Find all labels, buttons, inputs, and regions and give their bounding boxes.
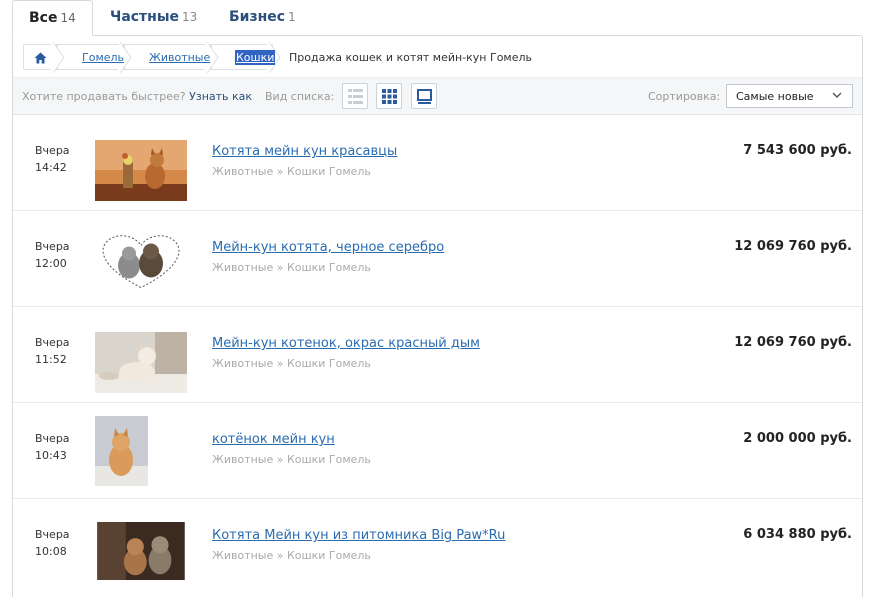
listing-category: Животные » Кошки Гомель (212, 261, 371, 274)
listing-photo[interactable] (95, 332, 187, 393)
listing-price: 7 543 600 руб. (743, 143, 852, 158)
listing-day: Вчера (35, 432, 70, 445)
grid-view-icon (382, 89, 397, 104)
listing-date: Вчера 10:08 (35, 526, 70, 560)
listing-category: Животные » Кошки Гомель (212, 549, 371, 562)
listing-time: 12:00 (35, 257, 67, 270)
sort-select[interactable]: Самые новые (726, 84, 853, 108)
listing-category: Животные » Кошки Гомель (212, 165, 371, 178)
listing-photo[interactable] (95, 416, 148, 486)
listing-row[interactable]: Вчера 14:42 Котята мейн кун красавцы Жив… (13, 116, 862, 211)
listing-day: Вчера (35, 528, 70, 541)
view-list-button[interactable] (342, 83, 368, 109)
chevron-down-icon (832, 92, 842, 98)
listing-price: 12 069 760 руб. (734, 239, 852, 254)
listing-day: Вчера (35, 240, 70, 253)
listing-row[interactable]: Вчера 10:43 котёнок мейн кун Животные » … (13, 404, 862, 499)
listing-row[interactable]: Вчера 10:08 Котята Мейн кун из питомника… (13, 500, 862, 595)
breadcrumb-home[interactable] (23, 44, 57, 70)
listing-time: 10:08 (35, 545, 67, 558)
tab-all-label: Все (29, 10, 58, 26)
listing-title[interactable]: котёнок мейн кун (212, 432, 335, 447)
listing-photo[interactable] (95, 522, 187, 580)
promo-text: Хотите продавать быстрее? Узнать как (22, 90, 252, 103)
listing-time: 10:43 (35, 449, 67, 462)
listing-title[interactable]: Мейн-кун котята, черное серебро (212, 240, 444, 255)
listing-date: Вчера 11:52 (35, 334, 70, 368)
tab-all-count: 14 (60, 11, 76, 25)
listing-title[interactable]: Котята мейн кун красавцы (212, 144, 397, 159)
listing-day: Вчера (35, 336, 70, 349)
home-icon (34, 52, 47, 64)
listing-row[interactable]: Вчера 11:52 Мейн-кун котенок, окрас крас… (13, 308, 862, 403)
breadcrumb-gomel[interactable]: Гомель (57, 44, 124, 70)
tab-business[interactable]: Бизнес 1 (213, 0, 312, 36)
listing-time: 11:52 (35, 353, 67, 366)
listing-time: 14:42 (35, 161, 67, 174)
listing-price: 2 000 000 руб. (743, 431, 852, 446)
listing-date: Вчера 12:00 (35, 238, 70, 272)
listing-category: Животные » Кошки Гомель (212, 357, 371, 370)
listing-title[interactable]: Котята Мейн кун из питомника Big Paw*Ru (212, 528, 505, 543)
listing-title[interactable]: Мейн-кун котенок, окрас красный дым (212, 336, 480, 351)
view-gallery-button[interactable] (411, 83, 437, 109)
tab-business-count: 1 (288, 10, 296, 24)
promo-link[interactable]: Узнать как (189, 90, 252, 103)
promo-question: Хотите продавать быстрее? (22, 90, 186, 103)
list-toolbar: Хотите продавать быстрее? Узнать как Вид… (13, 77, 862, 115)
gallery-view-icon (417, 89, 432, 104)
listing-row[interactable]: Вчера 12:00 Мейн-кун котята, черное сере… (13, 212, 862, 307)
breadcrumb-animals[interactable]: Животные (124, 44, 211, 70)
tab-private-label: Частные (110, 9, 180, 25)
sort-value: Самые новые (736, 90, 814, 103)
breadcrumb-cats[interactable]: Кошки (211, 44, 276, 70)
listings-panel: Гомель Животные Кошки Продажа кошек и ко… (12, 35, 863, 597)
breadcrumb-animals-label: Животные (149, 51, 211, 64)
filter-tabs: Все 14 Частные 13 Бизнес 1 (12, 0, 863, 36)
listing-date: Вчера 10:43 (35, 430, 70, 464)
tab-business-label: Бизнес (229, 9, 286, 25)
tab-private[interactable]: Частные 13 (94, 0, 213, 36)
listing-photo[interactable] (95, 140, 187, 201)
view-grid-button[interactable] (376, 83, 402, 109)
breadcrumb-current: Продажа кошек и котят мейн-кун Гомель (289, 51, 533, 64)
breadcrumb-cats-label: Кошки (235, 50, 276, 65)
listing-price: 12 069 760 руб. (734, 335, 852, 350)
view-label: Вид списка: (265, 90, 335, 103)
sort-label: Сортировка: (648, 90, 721, 103)
tab-private-count: 13 (182, 10, 198, 24)
tab-all[interactable]: Все 14 (12, 0, 93, 36)
listing-price: 6 034 880 руб. (743, 527, 852, 542)
listing-day: Вчера (35, 144, 70, 157)
list-view-icon (348, 89, 363, 104)
listing-photo[interactable] (95, 230, 187, 294)
listing-date: Вчера 14:42 (35, 142, 70, 176)
breadcrumb-gomel-label: Гомель (82, 51, 125, 64)
listing-category: Животные » Кошки Гомель (212, 453, 371, 466)
